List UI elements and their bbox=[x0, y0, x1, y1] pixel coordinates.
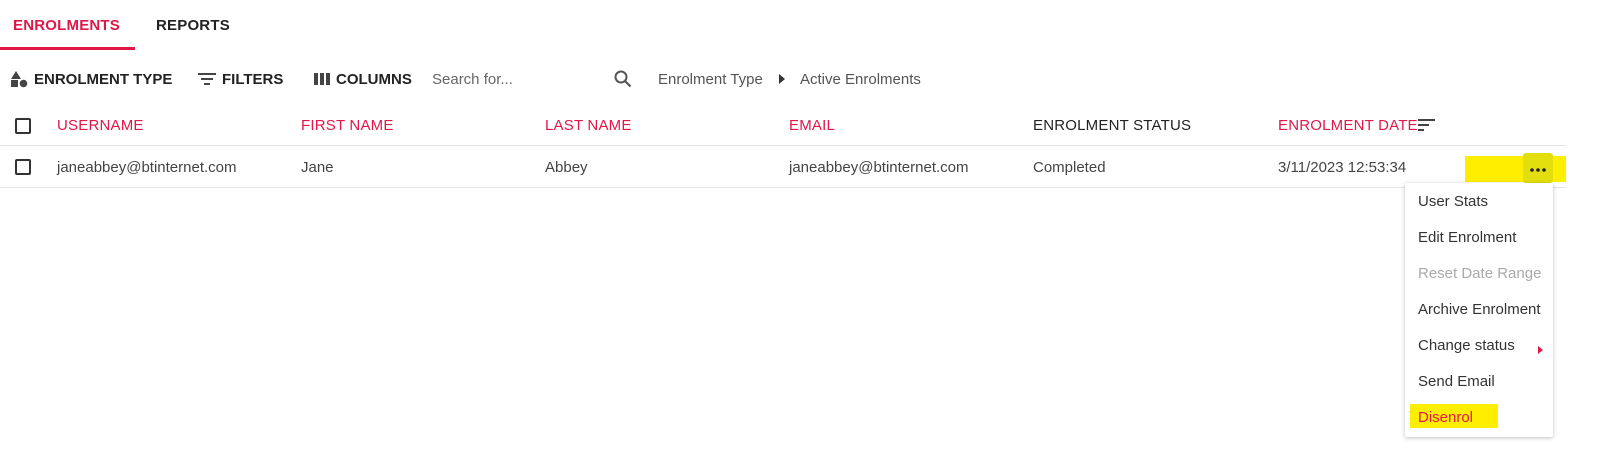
menu-item-send-email[interactable]: Send Email bbox=[1405, 363, 1553, 399]
breadcrumb-enrolment-type[interactable]: Enrolment Type bbox=[658, 60, 763, 98]
cell-first-name: Jane bbox=[301, 158, 334, 176]
table-header: USERNAME FIRST NAME LAST NAME EMAIL ENRO… bbox=[0, 106, 1566, 146]
caret-right-icon bbox=[778, 60, 786, 98]
menu-item-user-stats[interactable]: User Stats bbox=[1405, 183, 1553, 219]
cell-enrolment-status: Completed bbox=[1033, 158, 1106, 176]
shapes-icon bbox=[10, 70, 28, 88]
toolbar: ENROLMENT TYPE FILTERS COLUMNS Enrol bbox=[0, 60, 1000, 98]
menu-item-label: Edit Enrolment bbox=[1418, 228, 1517, 246]
filters-button[interactable]: FILTERS bbox=[198, 60, 283, 98]
submenu-arrow-icon bbox=[1538, 341, 1543, 358]
menu-item-label: Archive Enrolment bbox=[1418, 300, 1541, 318]
menu-item-label: Send Email bbox=[1418, 372, 1495, 390]
cell-last-name: Abbey bbox=[545, 158, 588, 176]
breadcrumb-active-enrolments: Active Enrolments bbox=[800, 70, 921, 88]
column-header-username[interactable]: USERNAME bbox=[57, 106, 144, 145]
cell-username: janeabbey@btinternet.com bbox=[57, 158, 237, 176]
cell-enrolment-date: 3/11/2023 12:53:34 bbox=[1278, 158, 1407, 176]
menu-item-label: Change status bbox=[1418, 336, 1515, 354]
menu-item-label: User Stats bbox=[1418, 192, 1489, 210]
menu-item-archive-enrolment[interactable]: Archive Enrolment bbox=[1405, 291, 1553, 327]
menu-item-change-status[interactable]: Change status bbox=[1405, 327, 1553, 363]
column-header-enrolment-status: ENROLMENT STATUS bbox=[1033, 117, 1192, 134]
row-actions-button[interactable] bbox=[1523, 153, 1553, 183]
enrolment-type-button[interactable]: ENROLMENT TYPE bbox=[10, 60, 172, 98]
sort-icon[interactable] bbox=[1418, 118, 1436, 137]
menu-item-edit-enrolment[interactable]: Edit Enrolment bbox=[1405, 219, 1553, 255]
menu-item-reset-date-range: Reset Date Range bbox=[1405, 255, 1553, 291]
search-input[interactable] bbox=[432, 64, 640, 94]
columns-label: COLUMNS bbox=[336, 70, 412, 88]
filter-icon bbox=[198, 72, 216, 86]
menu-item-label: Disenrol bbox=[1418, 408, 1474, 426]
tab-bar: ENROLMENTS REPORTS bbox=[0, 0, 243, 50]
menu-item-disenrol[interactable]: Disenrol bbox=[1405, 399, 1553, 435]
tab-reports[interactable]: REPORTS bbox=[143, 0, 243, 50]
table-row[interactable]: janeabbey@btinternet.com Jane Abbey jane… bbox=[0, 147, 1566, 188]
columns-button[interactable]: COLUMNS bbox=[314, 60, 412, 98]
column-header-first-name[interactable]: FIRST NAME bbox=[301, 106, 394, 145]
more-dots-icon bbox=[1530, 159, 1546, 177]
enrolment-type-label: ENROLMENT TYPE bbox=[34, 70, 173, 88]
tab-enrolments[interactable]: ENROLMENTS bbox=[0, 0, 135, 50]
column-header-last-name[interactable]: LAST NAME bbox=[545, 106, 632, 145]
column-header-email[interactable]: EMAIL bbox=[789, 106, 835, 145]
cell-email: janeabbey@btinternet.com bbox=[789, 158, 969, 176]
row-checkbox[interactable] bbox=[15, 159, 31, 175]
select-all-checkbox[interactable] bbox=[15, 118, 31, 134]
menu-item-label: Reset Date Range bbox=[1418, 264, 1542, 282]
filters-label: FILTERS bbox=[222, 70, 284, 88]
columns-icon bbox=[314, 73, 330, 85]
search-icon[interactable] bbox=[614, 70, 632, 93]
column-header-enrolment-date[interactable]: ENROLMENT DATE bbox=[1278, 106, 1418, 145]
row-actions-menu: User Stats Edit Enrolment Reset Date Ran… bbox=[1405, 183, 1553, 437]
